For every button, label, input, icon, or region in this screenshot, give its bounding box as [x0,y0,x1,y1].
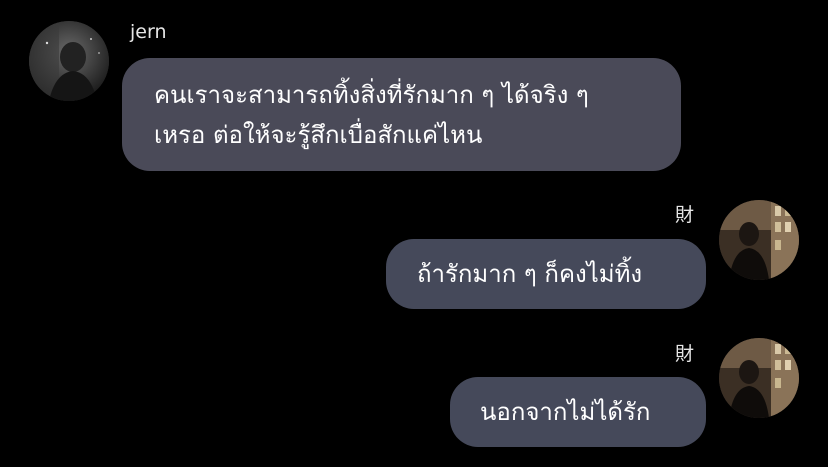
chat-view: jern คนเราจะสามารถทิ้งสิ่งที่รักมาก ๆ ได… [0,0,828,467]
message-text-line: นอกจากไม่ได้รัก [480,398,651,426]
message-bubble-sent[interactable]: ถ้ารักมาก ๆ ก็คงไม่ทิ้ง [386,239,706,309]
message-bubble-received[interactable]: คนเราจะสามารถทิ้งสิ่งที่รักมาก ๆ ได้จริง… [122,58,681,171]
sender-name-cai: 財 [675,343,695,365]
message-text-line: คนเราจะสามารถทิ้งสิ่งที่รักมาก ๆ ได้จริง… [154,81,589,109]
sender-name-cai: 財 [675,204,695,226]
avatar-jern-image [29,21,109,101]
avatar-cai-image [719,338,799,418]
avatar-cai[interactable] [719,338,799,418]
message-text-line: ถ้ารักมาก ๆ ก็คงไม่ทิ้ง [417,260,643,288]
message-bubble-sent[interactable]: นอกจากไม่ได้รัก [450,377,706,447]
sender-name-jern: jern [130,21,167,43]
avatar-jern[interactable] [29,21,109,101]
avatar-cai-image [719,200,799,280]
avatar-cai[interactable] [719,200,799,280]
message-text-line: เหรอ ต่อให้จะรู้สึกเบื่อสักแค่ไหน [154,121,483,149]
